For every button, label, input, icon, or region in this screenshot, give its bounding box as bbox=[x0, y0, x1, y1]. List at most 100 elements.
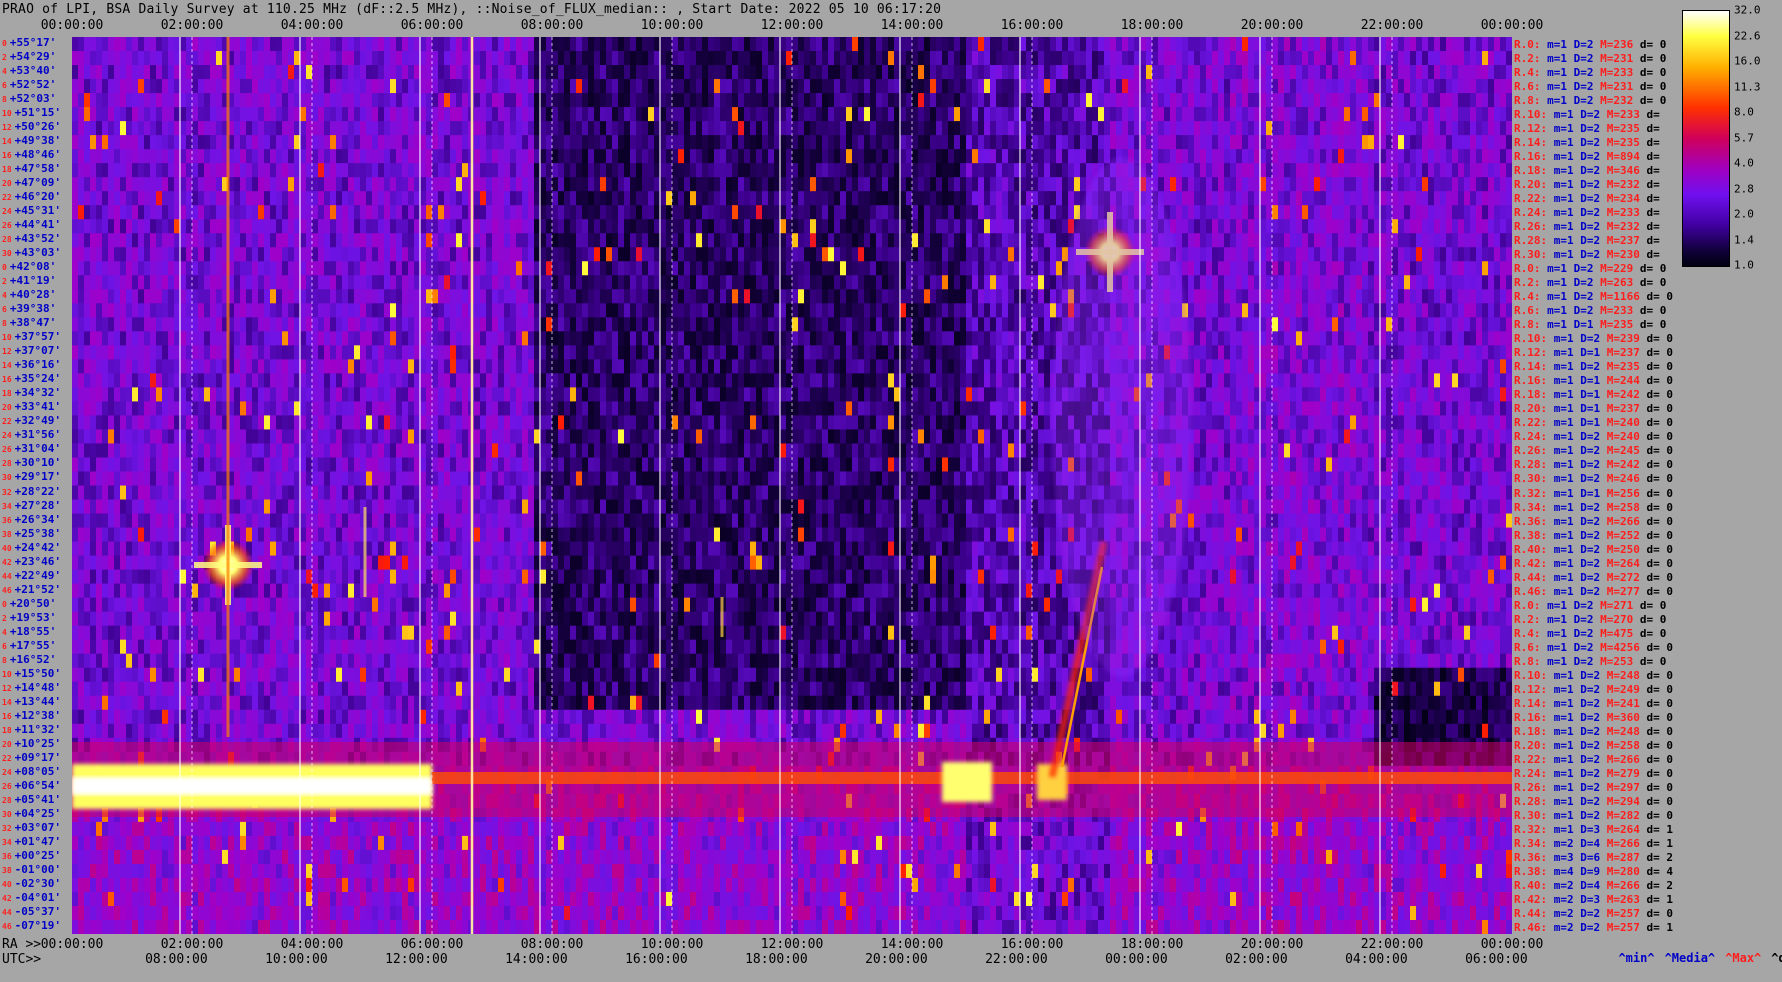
heat-cell bbox=[144, 682, 151, 697]
heat-cell bbox=[198, 93, 205, 108]
heat-cell bbox=[264, 247, 271, 262]
heat-cell bbox=[138, 443, 145, 458]
heat-cell bbox=[234, 415, 241, 430]
heat-cell bbox=[366, 233, 373, 248]
heat-cell bbox=[114, 191, 121, 206]
heat-cell bbox=[420, 598, 427, 613]
heat-cell bbox=[474, 331, 481, 346]
heat-cell bbox=[360, 850, 367, 865]
heat-cell bbox=[168, 177, 175, 192]
heat-cell bbox=[204, 51, 211, 66]
heat-cell bbox=[492, 514, 499, 529]
heat-cell bbox=[168, 542, 175, 557]
heat-cell bbox=[324, 359, 331, 374]
heat-cell bbox=[288, 542, 295, 557]
heat-cell bbox=[396, 163, 403, 178]
heat-cell bbox=[312, 542, 319, 557]
heat-cell bbox=[318, 93, 325, 108]
heat-cell bbox=[480, 107, 487, 122]
heat-cell bbox=[300, 542, 307, 557]
heat-cell bbox=[522, 51, 529, 66]
heat-cell bbox=[318, 79, 325, 94]
heat-cell bbox=[480, 850, 487, 865]
heat-cell bbox=[498, 233, 505, 248]
heat-cell bbox=[168, 514, 175, 529]
heat-cell bbox=[438, 387, 445, 402]
heat-cell bbox=[360, 892, 367, 907]
heat-cell bbox=[324, 247, 331, 262]
heat-cell bbox=[270, 500, 277, 515]
heat-cell bbox=[474, 556, 481, 571]
heat-cell bbox=[276, 696, 283, 711]
heat-cell bbox=[528, 107, 535, 122]
heat-cell bbox=[396, 598, 403, 613]
heat-cell bbox=[408, 303, 415, 318]
heat-cell bbox=[300, 500, 307, 515]
heat-cell bbox=[348, 191, 355, 206]
heat-cell bbox=[156, 892, 163, 907]
heat-cell bbox=[72, 836, 79, 851]
heat-cell bbox=[474, 542, 481, 557]
heat-cell bbox=[432, 500, 439, 515]
heat-cell bbox=[456, 920, 463, 934]
heat-cell bbox=[330, 471, 337, 486]
heat-cell bbox=[204, 724, 211, 739]
heat-cell bbox=[246, 331, 253, 346]
heat-cell bbox=[342, 892, 349, 907]
heat-cell bbox=[312, 640, 319, 655]
heat-cell bbox=[318, 51, 325, 66]
heat-cell bbox=[420, 514, 427, 529]
heat-cell bbox=[522, 219, 529, 234]
heat-cell bbox=[450, 457, 457, 472]
heat-cell bbox=[522, 177, 529, 192]
heat-cell bbox=[144, 500, 151, 515]
heat-cell bbox=[510, 443, 517, 458]
heat-cell bbox=[432, 93, 439, 108]
heat-cell bbox=[348, 682, 355, 697]
heat-cell bbox=[102, 542, 109, 557]
heat-cell bbox=[504, 149, 511, 164]
heat-cell bbox=[504, 401, 511, 416]
heat-cell bbox=[180, 163, 187, 178]
heat-cell bbox=[216, 640, 223, 655]
heat-cell bbox=[144, 892, 151, 907]
heat-cell bbox=[234, 443, 241, 458]
heat-cell bbox=[234, 205, 241, 220]
heat-cell bbox=[138, 345, 145, 360]
heat-cell bbox=[462, 878, 469, 893]
heat-cell bbox=[504, 542, 511, 557]
heat-cell bbox=[264, 906, 271, 921]
heat-cell bbox=[192, 654, 199, 669]
heat-cell bbox=[516, 177, 523, 192]
heat-cell bbox=[408, 471, 415, 486]
heat-cell bbox=[132, 233, 139, 248]
heat-cell bbox=[96, 401, 103, 416]
heat-cell bbox=[150, 149, 157, 164]
heat-cell bbox=[258, 457, 265, 472]
heat-cell bbox=[90, 303, 97, 318]
heat-cell bbox=[516, 864, 523, 879]
heat-cell bbox=[372, 528, 379, 543]
heat-cell bbox=[282, 37, 289, 52]
heat-cell bbox=[144, 443, 151, 458]
declination-label: 38+25°38' bbox=[2, 528, 61, 540]
heat-cell bbox=[282, 65, 289, 80]
heat-cell bbox=[420, 443, 427, 458]
heat-cell bbox=[372, 612, 379, 627]
heat-cell bbox=[450, 556, 457, 571]
heat-cell bbox=[348, 429, 355, 444]
heat-cell bbox=[288, 303, 295, 318]
heat-cell bbox=[102, 79, 109, 94]
heat-cell bbox=[150, 289, 157, 304]
heat-cell bbox=[216, 864, 223, 879]
heat-cell bbox=[192, 570, 199, 585]
heat-cell bbox=[336, 570, 343, 585]
heat-cell bbox=[360, 640, 367, 655]
heat-cell bbox=[498, 598, 505, 613]
heat-cell bbox=[420, 500, 427, 515]
heat-cell bbox=[318, 37, 325, 52]
heat-cell bbox=[144, 275, 151, 290]
heat-cell bbox=[282, 584, 289, 599]
heat-cell bbox=[252, 682, 259, 697]
heat-cell bbox=[222, 864, 229, 879]
